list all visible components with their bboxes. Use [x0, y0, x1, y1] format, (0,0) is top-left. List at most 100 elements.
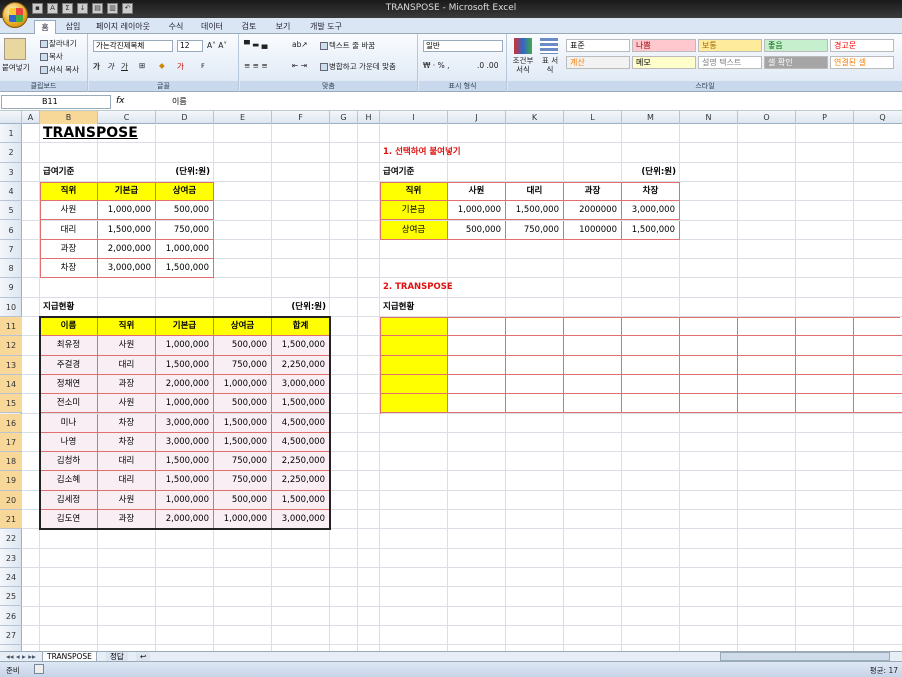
transpose-target-cell[interactable] [796, 355, 854, 375]
col-header-O[interactable]: O [738, 111, 796, 124]
transpose-target-cell[interactable] [738, 394, 796, 414]
transpose-target-cell[interactable] [506, 394, 564, 414]
transpose-target-cell[interactable] [380, 394, 448, 414]
style-0[interactable]: 표준 [566, 39, 630, 52]
cell-L4[interactable]: 과장 [564, 181, 622, 202]
col-header-K[interactable]: K [506, 111, 564, 124]
bold-icon[interactable]: 가 [93, 61, 100, 72]
section1-title[interactable]: 1. 선택하여 붙여넣기 [380, 143, 580, 162]
orientation-icon[interactable]: ab↗ [292, 40, 308, 49]
row-header-23[interactable]: 23 [0, 549, 22, 568]
tab-home[interactable]: 홈 [34, 20, 56, 34]
transpose-target-cell[interactable] [448, 374, 506, 395]
transpose-target-cell[interactable] [622, 336, 680, 356]
transpose-target-cell[interactable] [506, 317, 564, 337]
cell-B6[interactable]: 대리 [40, 220, 98, 240]
style-1[interactable]: 나쁨 [632, 39, 696, 52]
style-4[interactable]: 경고문 [830, 39, 894, 52]
row-header-2[interactable]: 2 [0, 143, 22, 163]
cell-B4[interactable]: 직위 [40, 181, 98, 202]
style-5[interactable]: 계산 [566, 56, 630, 69]
sort-icon[interactable]: ↓ [77, 3, 88, 14]
transpose-target-cell[interactable] [796, 317, 854, 337]
col-header-P[interactable]: P [796, 111, 854, 124]
copy-button[interactable]: 복사 [40, 51, 63, 62]
tab-review[interactable]: 검토 [236, 20, 262, 34]
right-table1-title[interactable]: 급여기준 [380, 163, 480, 182]
font-size-select[interactable]: 12 [177, 40, 203, 52]
horizontal-scrollbar[interactable] [720, 652, 890, 661]
indent-icon[interactable]: ⇤ ⇥ [292, 61, 307, 70]
row-header-16[interactable]: 16 [0, 413, 22, 433]
italic-icon[interactable]: 가 [107, 61, 114, 72]
transpose-target-cell[interactable] [680, 394, 738, 414]
cell-I5[interactable]: 기본급 [380, 201, 448, 221]
align-left-icon[interactable]: ≡ ≡ ≡ [244, 61, 268, 70]
right-table2-title[interactable]: 지급현황 [380, 298, 480, 317]
col-header-G[interactable]: G [330, 111, 358, 124]
row-header-7[interactable]: 7 [0, 240, 22, 260]
cell-L6[interactable]: 1000000 [564, 220, 622, 240]
row-header-17[interactable]: 17 [0, 432, 22, 453]
row-header-12[interactable]: 12 [0, 336, 22, 356]
number-format-select[interactable]: 일반 [423, 40, 503, 52]
style-8[interactable]: 셀 확인 [764, 56, 828, 69]
cell-D8[interactable]: 1,500,000 [156, 259, 214, 279]
cell-C4[interactable]: 기본급 [98, 181, 156, 202]
col-header-Q[interactable]: Q [854, 111, 902, 124]
col-header-N[interactable]: N [680, 111, 738, 124]
row-header-10[interactable]: 10 [0, 298, 22, 317]
left-table2-unit[interactable]: (단위:원) [272, 298, 330, 317]
row-header-20[interactable]: 20 [0, 490, 22, 510]
table-format-button[interactable]: 표 서식 [540, 56, 560, 74]
undo-icon[interactable]: ↶ [122, 3, 133, 14]
transpose-target-cell[interactable] [738, 317, 796, 337]
print-icon[interactable]: ▤ [92, 3, 103, 14]
tab-data[interactable]: 데이터 [196, 20, 228, 34]
fill-color-icon[interactable]: ◆ [159, 61, 165, 70]
col-header-D[interactable]: D [156, 111, 214, 124]
cell-K4[interactable]: 대리 [506, 181, 564, 202]
col-header-A[interactable]: A [22, 111, 40, 124]
format-painter-button[interactable]: 서식 복사 [40, 64, 79, 75]
col-header-E[interactable]: E [214, 111, 272, 124]
transpose-target-cell[interactable] [564, 374, 622, 395]
cell-B8[interactable]: 차장 [40, 259, 98, 279]
currency-icon[interactable]: ₩ · % , [423, 61, 449, 70]
transpose-target-cell[interactable] [564, 355, 622, 375]
cell-K6[interactable]: 750,000 [506, 220, 564, 240]
tab-developer[interactable]: 개발 도구 [302, 20, 350, 34]
transpose-target-cell[interactable] [564, 317, 622, 337]
font-a-icon[interactable]: A [47, 3, 58, 14]
transpose-target-cell[interactable] [622, 374, 680, 395]
transpose-target-cell[interactable] [506, 374, 564, 395]
cell-J4[interactable]: 사원 [448, 181, 506, 202]
row-header-5[interactable]: 5 [0, 201, 22, 221]
row-header-14[interactable]: 14 [0, 374, 22, 395]
transpose-target-cell[interactable] [680, 317, 738, 337]
transpose-target-cell[interactable] [448, 394, 506, 414]
formula-input[interactable]: 이름 [172, 95, 187, 109]
transpose-target-cell[interactable] [380, 336, 448, 356]
transpose-target-cell[interactable] [622, 355, 680, 375]
paste-button[interactable]: 붙여넣기 [2, 62, 30, 73]
tab-page-layout[interactable]: 페이지 레이아웃 [90, 20, 156, 34]
cell-D6[interactable]: 750,000 [156, 220, 214, 240]
chart-icon[interactable]: ▥ [107, 3, 118, 14]
style-3[interactable]: 좋음 [764, 39, 828, 52]
style-6[interactable]: 메모 [632, 56, 696, 69]
right-table1-unit[interactable]: (단위:원) [622, 163, 680, 182]
row-header-4[interactable]: 4 [0, 182, 22, 202]
cell-C7[interactable]: 2,000,000 [98, 239, 156, 260]
transpose-target-cell[interactable] [380, 317, 448, 337]
align-top-icon[interactable]: ▀ ▬ ▄ [244, 40, 267, 49]
row-header-21[interactable]: 21 [0, 510, 22, 530]
transpose-target-cell[interactable] [380, 374, 448, 395]
col-header-F[interactable]: F [272, 111, 330, 124]
row-header-24[interactable]: 24 [0, 568, 22, 588]
left-table1-unit[interactable]: (단위:원) [156, 163, 214, 182]
row-header-15[interactable]: 15 [0, 394, 22, 414]
transpose-target-cell[interactable] [680, 355, 738, 375]
row-header-25[interactable]: 25 [0, 587, 22, 607]
fx-icon[interactable]: fx [116, 95, 170, 109]
